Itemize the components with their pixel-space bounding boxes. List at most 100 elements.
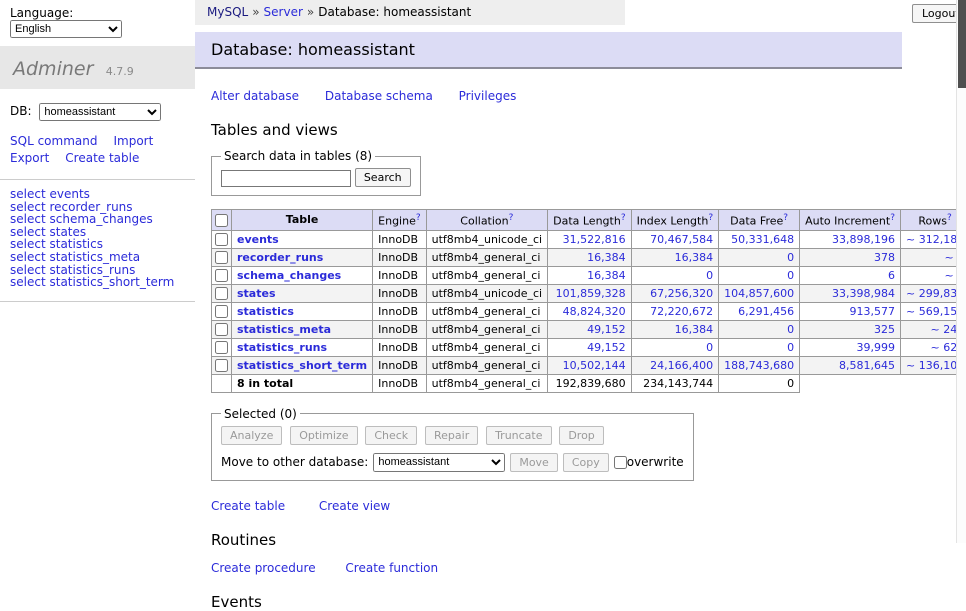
data-length-link[interactable]: 16,384 [553, 251, 625, 264]
create-function-link[interactable]: Create function [345, 561, 438, 575]
data-free-link[interactable]: 104,857,600 [724, 287, 794, 300]
optimize-button[interactable]: Optimize [290, 426, 357, 445]
data-free-link[interactable]: 0 [724, 251, 794, 264]
table-name-link[interactable]: statistics_meta [237, 323, 331, 336]
alter-database-link[interactable]: Alter database [211, 89, 299, 103]
language-select[interactable]: English [10, 20, 122, 38]
data-free-link[interactable]: 50,331,648 [724, 233, 794, 246]
data-free-link[interactable]: 0 [724, 269, 794, 282]
data-length-link[interactable]: 49,152 [553, 323, 625, 336]
help-icon[interactable]: ? [708, 213, 713, 223]
index-length-link[interactable]: 0 [637, 269, 714, 282]
data-length-link[interactable]: 31,522,816 [553, 233, 625, 246]
data-length-link[interactable]: 49,152 [553, 341, 625, 354]
create-table-link[interactable]: Create table [65, 151, 139, 165]
breadcrumb-server-link[interactable]: Server [264, 5, 303, 19]
table-name-link[interactable]: schema_changes [237, 269, 341, 282]
row-checkbox[interactable] [215, 305, 228, 318]
auto-increment-link[interactable]: 33,898,196 [805, 233, 895, 246]
index-length-link[interactable]: 70,467,584 [637, 233, 714, 246]
help-icon[interactable]: ? [783, 213, 788, 223]
move-database-select[interactable]: homeassistant [373, 453, 505, 472]
row-checkbox[interactable] [215, 251, 228, 264]
data-free-link[interactable]: 0 [724, 341, 794, 354]
select-all-checkbox[interactable] [215, 214, 228, 227]
index-length-link[interactable]: 24,166,400 [637, 359, 714, 372]
auto-increment-link[interactable]: 913,577 [805, 305, 895, 318]
check-button[interactable]: Check [365, 426, 417, 445]
app-name: Adminer [13, 58, 93, 80]
table-link[interactable]: statistics_short_term [49, 275, 174, 289]
collation-cell: utf8mb4_general_ci [426, 356, 547, 374]
analyze-button[interactable]: Analyze [221, 426, 282, 445]
help-icon[interactable]: ? [509, 213, 514, 223]
table-name-link[interactable]: statistics [237, 305, 294, 318]
collation-cell: utf8mb4_general_ci [426, 320, 547, 338]
database-action-links: Alter database Database schema Privilege… [211, 89, 956, 103]
data-free-link[interactable]: 0 [724, 323, 794, 336]
engine-cell: InnoDB [373, 230, 426, 248]
privileges-link[interactable]: Privileges [459, 89, 517, 103]
create-table-link-bottom[interactable]: Create table [211, 499, 285, 513]
auto-increment-link[interactable]: 6 [805, 269, 895, 282]
auto-increment-link[interactable]: 325 [805, 323, 895, 336]
row-checkbox[interactable] [215, 359, 228, 372]
truncate-button[interactable]: Truncate [486, 426, 551, 445]
import-link[interactable]: Import [113, 134, 153, 148]
app-version: 4.7.9 [106, 65, 134, 78]
sql-command-link[interactable]: SQL command [10, 134, 97, 148]
table-name-link[interactable]: statistics_runs [237, 341, 327, 354]
copy-button[interactable]: Copy [563, 453, 609, 472]
auto-increment-link[interactable]: 33,398,984 [805, 287, 895, 300]
move-button[interactable]: Move [510, 453, 558, 472]
help-icon[interactable]: ? [947, 213, 952, 223]
scrollbar-thumb[interactable] [958, 0, 966, 88]
help-icon[interactable]: ? [621, 213, 626, 223]
create-links: Create table Create view [211, 499, 956, 513]
total-data-length: 192,839,680 [548, 374, 631, 392]
row-checkbox[interactable] [215, 287, 228, 300]
select-link[interactable]: select [10, 275, 46, 289]
row-checkbox[interactable] [215, 323, 228, 336]
index-length-link[interactable]: 0 [637, 341, 714, 354]
engine-cell: InnoDB [373, 356, 426, 374]
help-icon[interactable]: ? [416, 213, 421, 223]
help-icon[interactable]: ? [890, 213, 895, 223]
vertical-scrollbar[interactable] [956, 0, 966, 543]
table-name-link[interactable]: recorder_runs [237, 251, 323, 264]
total-index-length: 234,143,744 [631, 374, 719, 392]
database-schema-link[interactable]: Database schema [325, 89, 433, 103]
overwrite-checkbox[interactable] [614, 456, 627, 469]
index-length-link[interactable]: 67,256,320 [637, 287, 714, 300]
repair-button[interactable]: Repair [425, 426, 478, 445]
index-length-link[interactable]: 16,384 [637, 323, 714, 336]
engine-cell: InnoDB [373, 302, 426, 320]
data-length-link[interactable]: 101,859,328 [553, 287, 625, 300]
auto-increment-link[interactable]: 8,581,645 [805, 359, 895, 372]
row-checkbox[interactable] [215, 341, 228, 354]
db-select[interactable]: homeassistant [39, 103, 161, 121]
table-name-link[interactable]: statistics_short_term [237, 359, 367, 372]
table-name-link[interactable]: states [237, 287, 276, 300]
create-procedure-link[interactable]: Create procedure [211, 561, 316, 575]
create-view-link[interactable]: Create view [319, 499, 390, 513]
table-name-link[interactable]: events [237, 233, 279, 246]
drop-button[interactable]: Drop [559, 426, 603, 445]
search-button[interactable]: Search [355, 168, 411, 187]
breadcrumb-mysql-link[interactable]: MySQL [207, 5, 248, 19]
index-length-link[interactable]: 16,384 [637, 251, 714, 264]
export-link[interactable]: Export [10, 151, 49, 165]
overwrite-option: overwrite [614, 455, 684, 469]
data-free-link[interactable]: 6,291,456 [724, 305, 794, 318]
row-checkbox[interactable] [215, 233, 228, 246]
search-input[interactable] [221, 170, 351, 187]
data-length-link[interactable]: 48,824,320 [553, 305, 625, 318]
auto-increment-link[interactable]: 378 [805, 251, 895, 264]
data-length-link[interactable]: 10,502,144 [553, 359, 625, 372]
data-length-link[interactable]: 16,384 [553, 269, 625, 282]
index-length-link[interactable]: 72,220,672 [637, 305, 714, 318]
language-row: Language: English [0, 0, 195, 42]
row-checkbox[interactable] [215, 269, 228, 282]
data-free-link[interactable]: 188,743,680 [724, 359, 794, 372]
auto-increment-link[interactable]: 39,999 [805, 341, 895, 354]
